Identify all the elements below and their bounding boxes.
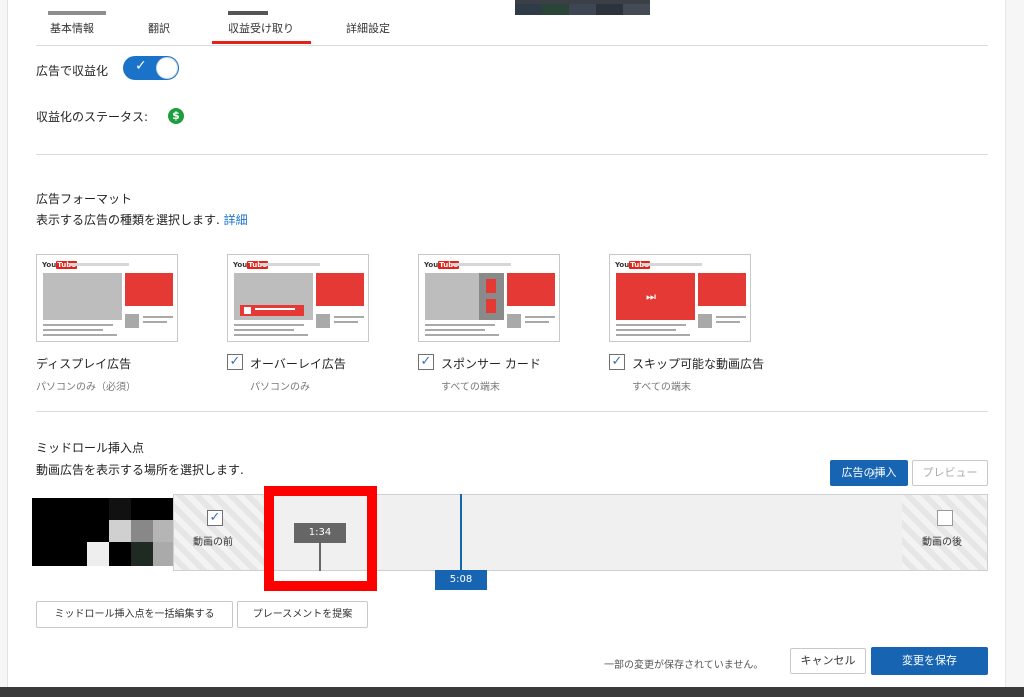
- display-ad-sub: パソコンのみ（必須）: [36, 382, 136, 393]
- sponsor-card-illustration: YouTube: [418, 254, 560, 342]
- divider: [36, 154, 988, 155]
- before-video-checkbox[interactable]: ✓: [207, 510, 223, 526]
- hand-cursor-icon: ☝: [868, 467, 877, 483]
- overlay-ad-illustration: YouTube: [227, 254, 369, 342]
- video-thumbnail-top: [515, 0, 650, 15]
- details-link[interactable]: 詳細: [224, 213, 248, 227]
- window-frame-left: [0, 0, 8, 697]
- monetization-status-label: 収益化のステータス:: [36, 110, 149, 124]
- cancel-button[interactable]: キャンセル: [790, 648, 866, 674]
- preview-button[interactable]: プレビュー: [912, 460, 988, 486]
- window-frame-bottom: [0, 687, 1024, 697]
- playhead-time-label[interactable]: 5:08: [435, 570, 487, 590]
- monetize-toggle[interactable]: ✓: [123, 56, 179, 80]
- midroll-title: ミッドロール挿入点: [36, 441, 145, 455]
- skippable-ad-label: スキップ可能な動画広告: [632, 357, 765, 371]
- ad-formats-title: 広告フォーマット: [36, 192, 133, 206]
- unsaved-changes-text: 一部の変更が保存されていません。: [604, 660, 764, 671]
- sponsor-card-label: スポンサー カード: [441, 357, 541, 371]
- save-changes-button[interactable]: 変更を保存: [871, 647, 988, 675]
- before-video-label: 動画の前: [193, 537, 233, 548]
- active-tab-underline: [212, 41, 311, 44]
- divider: [36, 411, 988, 412]
- display-ad-label: ディスプレイ広告: [36, 357, 132, 371]
- skippable-ad-checkbox[interactable]: ✓: [609, 354, 625, 370]
- dollar-icon: $: [168, 108, 184, 124]
- divider: [36, 45, 988, 46]
- skippable-ad-sub: すべての端末: [632, 382, 691, 393]
- tab-indicator-stub: [228, 11, 268, 15]
- tab-translation[interactable]: 翻訳: [148, 20, 170, 36]
- sponsor-card-checkbox[interactable]: ✓: [418, 354, 434, 370]
- highlight-box: [264, 486, 377, 591]
- after-video-label: 動画の後: [922, 537, 962, 548]
- tab-monetization[interactable]: 収益受け取り: [228, 20, 294, 36]
- window-frame-right: [1005, 0, 1024, 697]
- suggest-placement-button[interactable]: プレースメントを提案: [237, 601, 368, 628]
- display-ad-illustration: YouTube: [36, 254, 178, 342]
- sponsor-card-sub: すべての端末: [441, 382, 500, 393]
- tab-indicator-stub: [48, 11, 106, 15]
- toggle-knob: [156, 57, 178, 79]
- bulk-edit-midroll-button[interactable]: ミッドロール挿入点を一括編集する: [36, 601, 233, 628]
- check-icon: ✓: [135, 58, 147, 74]
- tab-advanced-settings[interactable]: 詳細設定: [346, 20, 390, 36]
- overlay-ad-checkbox[interactable]: ✓: [227, 354, 243, 370]
- skippable-video-ad-illustration: YouTube ⏭: [609, 254, 751, 342]
- overlay-ad-label: オーバーレイ広告: [250, 357, 346, 371]
- overlay-ad-sub: パソコンのみ: [250, 382, 310, 393]
- playhead-line: [460, 494, 462, 571]
- ad-formats-description: 表示する広告の種類を選択します. 詳細: [36, 213, 248, 227]
- video-frame-thumbnail: [32, 498, 173, 566]
- skip-forward-icon: ⏭: [646, 290, 656, 303]
- midroll-description: 動画広告を表示する場所を選択します.: [36, 463, 244, 477]
- after-video-checkbox[interactable]: [937, 510, 953, 526]
- monetize-label: 広告で収益化: [36, 64, 109, 78]
- tab-basic-info[interactable]: 基本情報: [50, 20, 94, 36]
